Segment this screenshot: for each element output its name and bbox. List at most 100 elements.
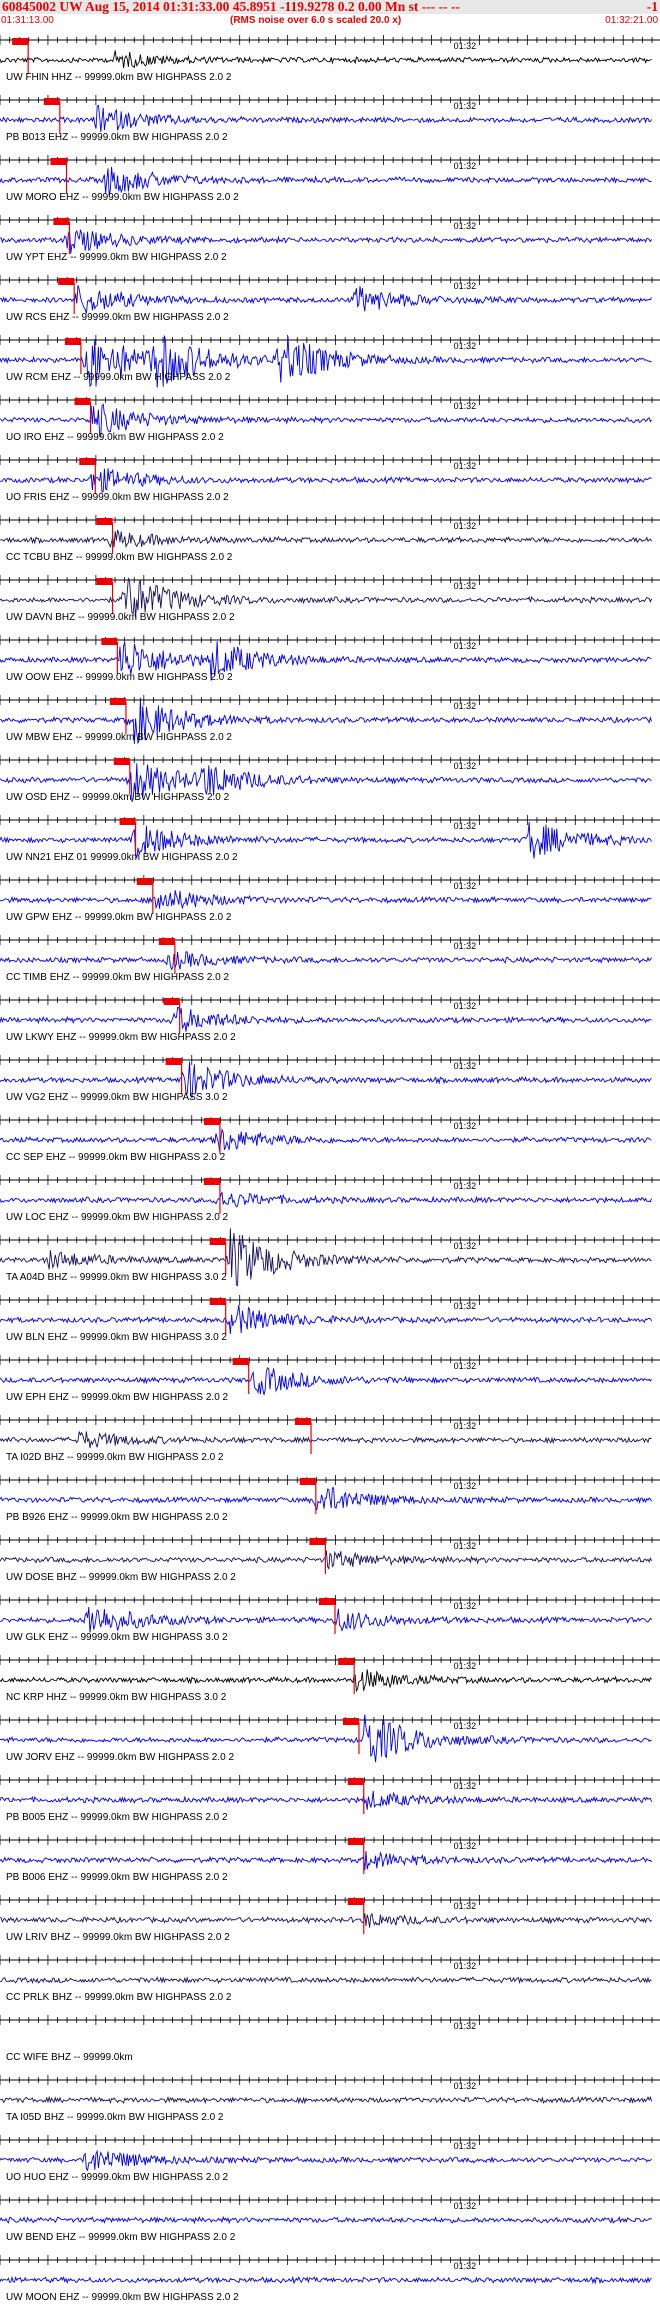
minute-label: 01:32 — [454, 761, 477, 771]
minute-label: 01:32 — [454, 641, 477, 651]
trace-label: UW RCM EHZ -- 99999.0km BW HIGHPASS 2.0 … — [6, 372, 231, 383]
trace-row: 01:32 CC SEP EHZ -- 99999.0km BW HIGHPASS… — [0, 1115, 660, 1163]
minute-label: 01:32 — [454, 881, 477, 891]
waveform — [0, 2215, 652, 2225]
pick-flag — [165, 1058, 182, 1065]
trace-label: PB B006 EHZ -- 99999.0km BW HIGHPASS 2.0… — [6, 1872, 228, 1883]
trace-label: NC KRP HHZ -- 99999.0km BW HIGHPASS 3.0 … — [6, 1692, 227, 1703]
waveform — [0, 1128, 652, 1152]
minute-label: 01:32 — [454, 2261, 477, 2271]
minute-label: 01:32 — [454, 1781, 477, 1791]
trace-row: 01:32 UW VG2 EHZ -- 99999.0km BW HIGHPASS… — [0, 1055, 660, 1103]
trace-label: UW OSD EHZ -- 99999.0km BW HIGHPASS 2.0 … — [6, 792, 230, 803]
waveform — [0, 228, 652, 254]
waveform — [0, 1366, 652, 1395]
trace-row: 01:32 UW LKWY EHZ -- 99999.0km BW HIGHPAS… — [0, 995, 660, 1043]
pick-flag — [319, 1598, 335, 1605]
pick-flag — [50, 158, 67, 165]
waveform — [0, 1007, 652, 1032]
trace-row: 01:32 UW FHIN HHZ -- 99999.0km BW HIGHPAS… — [0, 35, 660, 83]
trace-row: 01:32 UW DOSE BHZ -- 99999.0km BW HIGHPAS… — [0, 1535, 660, 1583]
trace-row: 01:32 UW GPW EHZ -- 99999.0km BW HIGHPASS… — [0, 875, 660, 923]
trace-row: 01:32 UW OSD EHZ -- 99999.0km BW HIGHPASS… — [0, 755, 660, 803]
start-time: 01:31:13.00 — [1, 15, 54, 26]
trace-label: PB B013 EHZ -- 99999.0km BW HIGHPASS 2.0… — [6, 132, 228, 143]
trace-row: 01:32 UW RCS EHZ -- 99999.0km BW HIGHPASS… — [0, 275, 660, 323]
trace-label: UW GPW EHZ -- 99999.0km BW HIGHPASS 2.0 … — [6, 912, 232, 923]
rms-note: (RMS noise over 6.0 s scaled 20.0 x) — [230, 15, 402, 26]
pick-flag — [203, 1178, 220, 1185]
trace-label: UO IRO EHZ -- 99999.0km BW HIGHPASS 2.0 … — [6, 432, 224, 443]
pick-flag — [74, 398, 91, 405]
trace-label: CC SEP EHZ -- 99999.0km BW HIGHPASS 2.0 … — [6, 1152, 226, 1163]
trace-label: CC PRLK BHZ -- 99999.0km BW HIGHPASS 2.0… — [6, 1992, 232, 2003]
trace-row: 01:32 UW LRIV BHZ -- 99999.0km BW HIGHPAS… — [0, 1895, 660, 1943]
waveform — [0, 951, 652, 971]
minute-label: 01:32 — [454, 1001, 477, 1011]
trace-label: UW MOON EHZ -- 99999.0km BW HIGHPASS 2.0… — [6, 2292, 239, 2303]
pick-flag — [119, 818, 136, 825]
minute-label: 01:32 — [454, 2201, 477, 2211]
trace-label: TA A04D BHZ -- 99999.0km BW HIGHPASS 3.0… — [6, 1272, 227, 1283]
waveform — [0, 2275, 652, 2285]
trace-label: UW RCS EHZ -- 99999.0km BW HIGHPASS 2.0 … — [6, 312, 229, 323]
waveform — [0, 1431, 652, 1448]
trace-label: TA I05D BHZ -- 99999.0km BW HIGHPASS 2.0… — [6, 2112, 224, 2123]
pick-flag — [209, 1298, 226, 1305]
pick-flag — [96, 518, 113, 525]
minute-label: 01:32 — [454, 1961, 477, 1971]
trace-label: UW FHIN HHZ -- 99999.0km BW HIGHPASS 2.0… — [6, 72, 232, 83]
pick-flag — [79, 458, 96, 465]
trace-label: UW GLK EHZ -- 99999.0km BW HIGHPASS 3.0 … — [6, 1632, 228, 1643]
trace-row: 01:32 UW DAVN BHZ -- 99999.0km BW HIGHPAS… — [0, 575, 660, 623]
pick-flag — [347, 1898, 364, 1905]
waveform — [0, 50, 652, 69]
trace-row: 01:32 CC TIMB EHZ -- 99999.0km BW HIGHPAS… — [0, 935, 660, 983]
minute-label: 01:32 — [454, 941, 477, 951]
trace-label: UW JORV EHZ -- 99999.0km BW HIGHPASS 2.0… — [6, 1752, 234, 1763]
pick-flag — [295, 1418, 312, 1425]
minute-label: 01:32 — [454, 1841, 477, 1851]
trace-label: UW OOW EHZ -- 99999.0km BW HIGHPASS 2.0 … — [6, 672, 233, 683]
minute-label: 01:32 — [454, 1061, 477, 1071]
trace-row: 01:32 UW JORV EHZ -- 99999.0km BW HIGHPAS… — [0, 1714, 660, 1763]
minute-label: 01:32 — [454, 2021, 477, 2031]
minute-label: 01:32 — [454, 2141, 477, 2151]
trace-label: UW EPH EHZ -- 99999.0km BW HIGHPASS 2.0 … — [6, 1392, 229, 1403]
trace-label: UW NN21 EHZ 01 99999.0km BW HIGHPASS 2.0… — [6, 852, 238, 863]
trace-row: 01:32 UW NN21 EHZ 01 99999.0km BW HIGHPAS… — [0, 815, 660, 863]
pick-flag — [58, 278, 75, 285]
waveform — [0, 285, 652, 314]
pick-flag — [209, 1238, 226, 1245]
pick-flag — [299, 1478, 316, 1485]
pick-flag — [96, 578, 113, 585]
trace-row: 01:32 PB B013 EHZ -- 99999.0km BW HIGHPAS… — [0, 95, 660, 143]
pick-flag — [53, 218, 70, 225]
trace-row: 01:32 NC KRP HHZ -- 99999.0km BW HIGHPASS… — [0, 1655, 660, 1703]
trace-row: 01:32 UW YPT EHZ -- 99999.0km BW HIGHPASS… — [0, 215, 660, 263]
trace-row: 01:32 UW RCM EHZ -- 99999.0km BW HIGHPASS… — [0, 335, 660, 388]
minute-label: 01:32 — [454, 521, 477, 531]
trace-label: UW LOC EHZ -- 99999.0km BW HIGHPASS 2.0 … — [6, 1212, 229, 1223]
trace-row: 01:32 PB B005 EHZ -- 99999.0km BW HIGHPAS… — [0, 1775, 660, 1823]
waveform — [0, 1304, 652, 1334]
minute-label: 01:32 — [454, 1181, 477, 1191]
trace-label: UW BLN EHZ -- 99999.0km BW HIGHPASS 3.0 … — [6, 1332, 227, 1343]
minute-label: 01:32 — [454, 461, 477, 471]
minute-label: 01:32 — [454, 1361, 477, 1371]
minute-label: 01:32 — [454, 1121, 477, 1131]
minute-label: 01:32 — [454, 41, 477, 51]
waveform — [0, 1191, 653, 1208]
trace-row: 01:32 UW BEND EHZ -- 99999.0km BW HIGHPAS… — [0, 2195, 660, 2243]
trace-label: UW DAVN BHZ -- 99999.0km BW HIGHPASS 2.0… — [6, 612, 235, 623]
trace-label: CC TIMB EHZ -- 99999.0km BW HIGHPASS 2.0… — [6, 972, 229, 983]
trace-row: 01:32 TA I02D BHZ -- 99999.0km BW HIGHPAS… — [0, 1415, 660, 1463]
minute-label: 01:32 — [454, 401, 477, 411]
pick-flag — [109, 698, 126, 705]
trace-row: 01:32 UW LOC EHZ -- 99999.0km BW HIGHPASS… — [0, 1175, 660, 1223]
waveform — [0, 104, 652, 133]
minute-label: 01:32 — [454, 161, 477, 171]
pick-flag — [347, 1838, 364, 1845]
waveform — [0, 1790, 653, 1810]
minute-label: 01:32 — [454, 1721, 477, 1731]
